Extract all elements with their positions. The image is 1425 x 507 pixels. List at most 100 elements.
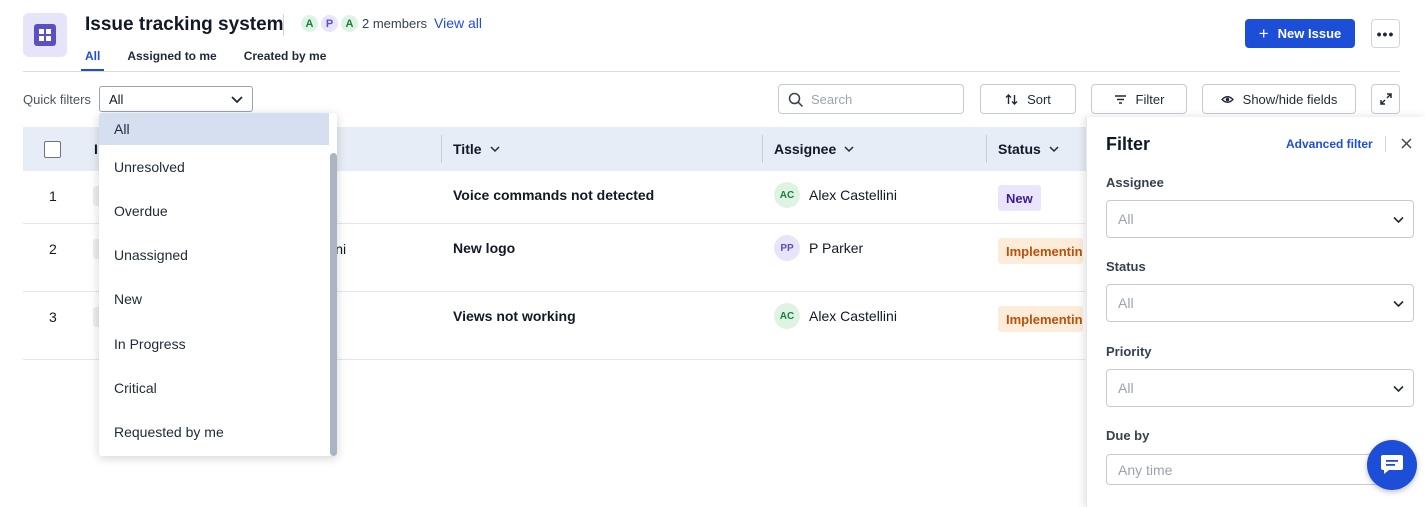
view-tabs: All Assigned to me Created by me bbox=[80, 49, 353, 71]
avatar[interactable]: P bbox=[320, 14, 339, 33]
close-icon[interactable] bbox=[1400, 137, 1413, 150]
column-assignee-label: Assignee bbox=[774, 141, 837, 157]
new-issue-label: New Issue bbox=[1277, 26, 1342, 41]
page-title: Issue tracking system bbox=[85, 14, 284, 35]
assignee-name: P Parker bbox=[809, 240, 864, 256]
new-issue-button[interactable]: + New Issue bbox=[1245, 19, 1355, 48]
filter-button[interactable]: Filter bbox=[1091, 84, 1187, 114]
quick-filter-dropdown: All Unresolved Overdue Unassigned New In… bbox=[99, 113, 337, 456]
dropdown-scrollbar[interactable] bbox=[330, 153, 337, 456]
issue-title[interactable]: Views not working bbox=[453, 308, 576, 324]
assignee-filter-select[interactable]: All bbox=[1106, 200, 1414, 238]
sort-label: Sort bbox=[1027, 91, 1051, 107]
header-divider bbox=[283, 14, 284, 36]
members-count: 2 members bbox=[362, 16, 428, 31]
assignee-cell[interactable]: AC Alex Castellini bbox=[774, 303, 897, 329]
sort-icon bbox=[1005, 93, 1018, 105]
dropdown-option-requested-by-me[interactable]: Requested by me bbox=[99, 412, 329, 452]
chevron-down-icon bbox=[231, 96, 243, 104]
quick-filter-value: All bbox=[109, 91, 124, 107]
dropdown-option-new[interactable]: New bbox=[99, 279, 329, 319]
chevron-down-icon bbox=[490, 146, 500, 153]
due-by-placeholder: Any time bbox=[1118, 461, 1173, 478]
filter-header-divider bbox=[1385, 136, 1386, 152]
dropdown-option-critical[interactable]: Critical bbox=[99, 368, 329, 408]
row-number: 1 bbox=[49, 188, 57, 204]
avatar[interactable]: A bbox=[340, 14, 359, 33]
issue-title[interactable]: New logo bbox=[453, 240, 515, 256]
grid-icon bbox=[34, 24, 56, 46]
tab-all[interactable]: All bbox=[80, 49, 105, 71]
chevron-down-icon bbox=[1393, 216, 1404, 224]
show-hide-fields-button[interactable]: Show/hide fields bbox=[1202, 84, 1356, 114]
column-separator bbox=[441, 135, 442, 163]
column-header-id[interactable]: I bbox=[94, 127, 98, 171]
filter-label: Filter bbox=[1135, 91, 1165, 107]
quick-filters-label: Quick filters bbox=[23, 92, 91, 107]
column-status-label: Status bbox=[998, 141, 1041, 157]
column-header-assignee[interactable]: Assignee bbox=[774, 127, 855, 171]
due-by-label: Due by bbox=[1106, 428, 1150, 443]
plus-icon: + bbox=[1258, 24, 1269, 43]
search-icon bbox=[788, 92, 804, 108]
column-separator bbox=[986, 135, 987, 163]
eye-icon bbox=[1220, 95, 1234, 103]
chevron-down-icon bbox=[1049, 146, 1059, 153]
dropdown-option-unresolved[interactable]: Unresolved bbox=[99, 147, 329, 187]
expand-button[interactable] bbox=[1371, 84, 1400, 114]
select-all-checkbox[interactable] bbox=[44, 141, 61, 158]
avatar[interactable]: A bbox=[300, 14, 319, 33]
avatar: AC bbox=[774, 182, 800, 208]
status-badge[interactable]: Implementing bbox=[998, 306, 1083, 332]
filter-icon bbox=[1114, 94, 1126, 104]
row-number: 3 bbox=[49, 309, 57, 325]
dropdown-option-overdue[interactable]: Overdue bbox=[99, 191, 329, 231]
quick-filter-select[interactable]: All bbox=[99, 86, 253, 112]
priority-filter-select[interactable]: All bbox=[1106, 369, 1414, 407]
view-all-link[interactable]: View all bbox=[434, 15, 482, 31]
status-badge[interactable]: Implementing bbox=[998, 238, 1083, 264]
tab-created-by-me[interactable]: Created by me bbox=[244, 49, 327, 71]
assignee-cell[interactable]: PP P Parker bbox=[774, 235, 863, 261]
sort-button[interactable]: Sort bbox=[980, 84, 1076, 114]
assignee-name: Alex Castellini bbox=[809, 187, 897, 203]
avatar: AC bbox=[774, 303, 800, 329]
due-by-input[interactable]: Any time bbox=[1106, 454, 1396, 485]
filter-panel-title: Filter bbox=[1106, 134, 1151, 154]
column-separator bbox=[762, 135, 763, 163]
column-header-status[interactable]: Status bbox=[998, 127, 1060, 171]
assignee-filter-label: Assignee bbox=[1106, 175, 1164, 190]
priority-filter-value: All bbox=[1118, 380, 1134, 396]
dropdown-option-unassigned[interactable]: Unassigned bbox=[99, 235, 329, 275]
priority-filter-label: Priority bbox=[1106, 344, 1152, 359]
avatar: PP bbox=[774, 235, 800, 261]
chevron-down-icon bbox=[1393, 385, 1404, 393]
column-title-label: Title bbox=[453, 141, 482, 157]
tab-assigned-to-me[interactable]: Assigned to me bbox=[127, 49, 216, 71]
status-filter-label: Status bbox=[1106, 259, 1146, 274]
chat-icon bbox=[1381, 455, 1403, 474]
advanced-filter-link[interactable]: Advanced filter bbox=[1286, 137, 1373, 151]
chat-button[interactable] bbox=[1367, 440, 1417, 490]
expand-icon bbox=[1379, 93, 1392, 105]
chevron-down-icon bbox=[844, 146, 854, 153]
app-icon bbox=[23, 13, 67, 57]
search-input[interactable]: Search bbox=[778, 84, 964, 114]
tabs-divider bbox=[23, 71, 1400, 72]
assignee-cell[interactable]: AC Alex Castellini bbox=[774, 182, 897, 208]
chevron-down-icon bbox=[1393, 300, 1404, 308]
status-filter-select[interactable]: All bbox=[1106, 284, 1414, 322]
assignee-filter-value: All bbox=[1118, 211, 1134, 227]
column-header-title[interactable]: Title bbox=[453, 127, 501, 171]
assignee-name: Alex Castellini bbox=[809, 308, 897, 324]
row-number: 2 bbox=[49, 241, 57, 257]
status-filter-value: All bbox=[1118, 295, 1134, 311]
dropdown-option-all[interactable]: All bbox=[99, 113, 329, 145]
show-hide-label: Show/hide fields bbox=[1242, 91, 1338, 107]
search-placeholder: Search bbox=[811, 91, 853, 107]
dropdown-option-in-progress[interactable]: In Progress bbox=[99, 324, 329, 364]
status-badge[interactable]: New bbox=[998, 185, 1041, 211]
more-options-button[interactable]: ••• bbox=[1371, 19, 1400, 48]
issue-title[interactable]: Voice commands not detected bbox=[453, 187, 654, 203]
member-avatars[interactable]: A P A bbox=[300, 14, 360, 33]
